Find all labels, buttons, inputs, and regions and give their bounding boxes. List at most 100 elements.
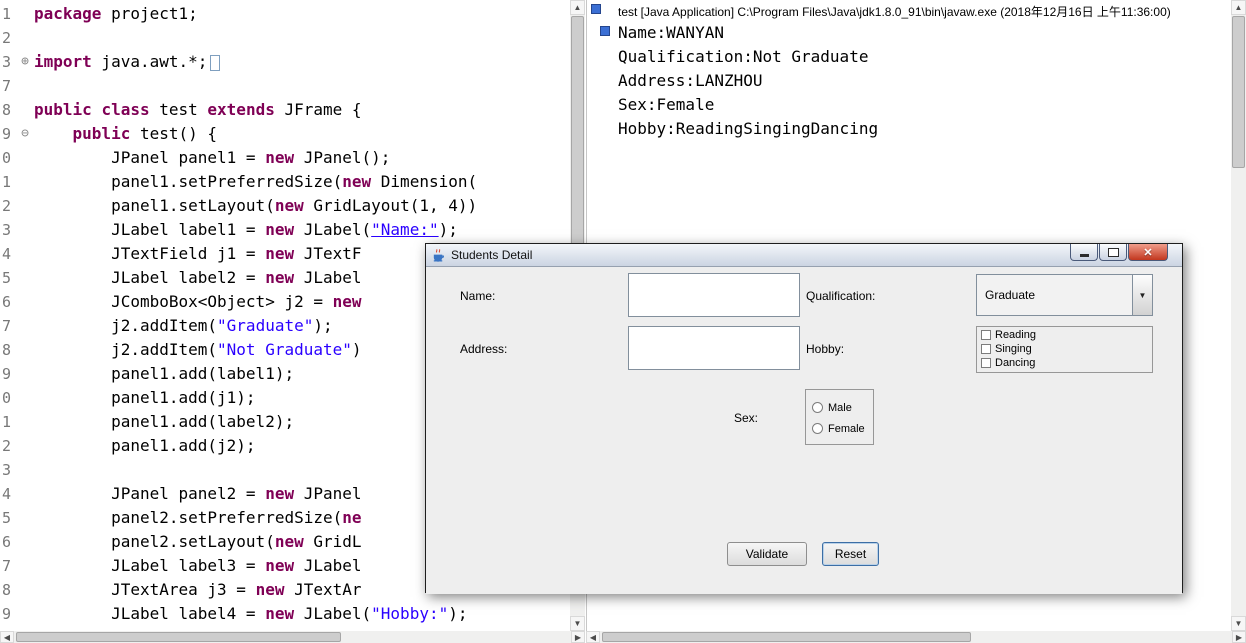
console-line: Address:LANZHOU: [618, 71, 763, 90]
editor-hscroll-thumb[interactable]: [16, 632, 342, 642]
close-button[interactable]: ✕: [1128, 244, 1168, 261]
scroll-left-icon[interactable]: ◀: [0, 631, 14, 643]
scroll-right-icon[interactable]: ▶: [1232, 631, 1246, 643]
console-hscroll-track[interactable]: [600, 631, 1232, 643]
code-text: j2.addItem("Graduate");: [34, 314, 333, 338]
fold-gutter: [16, 578, 34, 602]
code-segment: JTextAr: [284, 580, 362, 599]
code-text: JTextField j1 = new JTextF: [34, 242, 361, 266]
qualification-combobox[interactable]: Graduate ▼: [976, 274, 1153, 316]
students-detail-form: Name: Qualification: Graduate ▼ Address:…: [426, 267, 1182, 594]
code-text: JTextArea j3 = new JTextAr: [34, 578, 362, 602]
minimize-button[interactable]: [1070, 244, 1098, 261]
code-line[interactable]: 9 JLabel label4 = new JLabel("Hobby:");: [0, 602, 570, 626]
name-label: Name:: [460, 289, 496, 303]
scroll-left-icon[interactable]: ◀: [586, 631, 600, 643]
code-line[interactable]: 2: [0, 26, 570, 50]
address-input[interactable]: [628, 326, 800, 370]
line-number: 7: [2, 317, 12, 335]
hobby-checkbox-reading[interactable]: Reading: [981, 328, 1152, 342]
code-line[interactable]: 8 public class test extends JFrame {: [0, 98, 570, 122]
chevron-down-icon[interactable]: ▼: [1132, 275, 1152, 315]
code-text: JPanel panel1 = new JPanel();: [34, 146, 390, 170]
code-line[interactable]: 9 ⊖ public test() {: [0, 122, 570, 146]
fold-gutter: [16, 530, 34, 554]
window-titlebar[interactable]: Students Detail ✕: [426, 244, 1182, 267]
reset-button[interactable]: Reset: [822, 542, 879, 566]
fold-gutter: [16, 2, 34, 26]
code-segment: new: [265, 244, 295, 263]
checkbox-label: Reading: [995, 329, 1036, 341]
code-text: public test() {: [34, 122, 218, 146]
editor-horizontal-scrollbar[interactable]: ◀ ▶: [0, 631, 585, 643]
sex-radio-female[interactable]: Female: [812, 418, 873, 439]
code-segment: test() {: [130, 124, 218, 143]
code-line[interactable]: 1 package project1;: [0, 2, 570, 26]
code-line[interactable]: 0 JPanel panel1 = new JPanel();: [0, 146, 570, 170]
fold-expand-icon[interactable]: ⊕: [16, 50, 34, 74]
hobby-checkbox-dancing[interactable]: Dancing: [981, 356, 1152, 370]
code-text: panel2.setLayout(new GridL: [34, 530, 361, 554]
checkbox-icon: [981, 330, 991, 340]
code-segment: new: [265, 604, 295, 623]
fold-collapse-icon[interactable]: ⊖: [16, 122, 34, 146]
fold-gutter: [16, 26, 34, 50]
code-text: import java.awt.*;: [34, 50, 221, 74]
scroll-up-icon[interactable]: ▲: [570, 0, 585, 15]
sex-radio-male[interactable]: Male: [812, 397, 873, 418]
code-line[interactable]: 3 ⊕ import java.awt.*;: [0, 50, 570, 74]
hobby-checkbox-singing[interactable]: Singing: [981, 342, 1152, 356]
code-line[interactable]: 7: [0, 74, 570, 98]
fold-gutter: [16, 362, 34, 386]
code-segment: );: [448, 604, 468, 623]
radio-icon: [812, 423, 823, 434]
fold-gutter: [16, 458, 34, 482]
console-line: Sex:Female: [618, 95, 715, 114]
maximize-icon: [1107, 247, 1119, 257]
code-segment: );: [313, 316, 333, 335]
fold-gutter: [16, 170, 34, 194]
code-segment: JPanel panel2 =: [34, 484, 266, 503]
code-segment: import: [34, 52, 92, 71]
fold-gutter: [16, 266, 34, 290]
code-text: JLabel label4 = new JLabel("Hobby:");: [34, 602, 467, 626]
line-number: 8: [2, 101, 12, 119]
console-line: Name:WANYAN: [618, 23, 724, 42]
code-segment: JComboBox<Object> j2 =: [34, 292, 333, 311]
console-marker-icon: [591, 4, 601, 14]
code-segment: JTextField j1 =: [34, 244, 266, 263]
line-number: 2: [2, 29, 12, 47]
line-number: 9: [2, 605, 12, 623]
editor-hscroll-track[interactable]: [14, 631, 571, 643]
scroll-down-icon[interactable]: ▼: [570, 616, 585, 631]
console-vscroll-track[interactable]: [1231, 15, 1246, 616]
console-hscroll-thumb[interactable]: [602, 632, 971, 642]
code-line[interactable]: 1 panel1.setPreferredSize(new Dimension(: [0, 170, 570, 194]
fold-gutter: [16, 98, 34, 122]
console-vscroll-thumb[interactable]: [1232, 16, 1245, 168]
fold-gutter: [16, 554, 34, 578]
java-icon: [431, 248, 446, 263]
code-segment: "Name:": [371, 220, 439, 239]
scroll-right-icon[interactable]: ▶: [571, 631, 585, 643]
code-segment: JLabel(: [294, 220, 372, 239]
code-segment: panel1.add(label1);: [34, 364, 295, 383]
console-vertical-scrollbar[interactable]: ▲ ▼: [1231, 0, 1246, 631]
validate-button[interactable]: Validate: [727, 542, 807, 566]
line-number: 7: [2, 77, 12, 95]
name-input[interactable]: [628, 273, 800, 317]
code-text: panel1.add(label1);: [34, 362, 294, 386]
scroll-down-icon[interactable]: ▼: [1231, 616, 1246, 631]
fold-gutter: [16, 146, 34, 170]
code-line[interactable]: 3 JLabel label1 = new JLabel("Name:");: [0, 218, 570, 242]
maximize-button[interactable]: [1099, 244, 1127, 261]
code-segment: ): [351, 340, 362, 359]
code-segment: panel1.setLayout(: [34, 196, 275, 215]
scroll-up-icon[interactable]: ▲: [1231, 0, 1246, 15]
code-segment: new: [265, 220, 295, 239]
console-horizontal-scrollbar[interactable]: ◀ ▶: [586, 631, 1246, 643]
code-segment: new: [274, 196, 304, 215]
code-text: panel1.add(j1);: [34, 386, 256, 410]
code-text: panel2.setPreferredSize(ne: [34, 506, 361, 530]
code-line[interactable]: 2 panel1.setLayout(new GridLayout(1, 4)): [0, 194, 570, 218]
